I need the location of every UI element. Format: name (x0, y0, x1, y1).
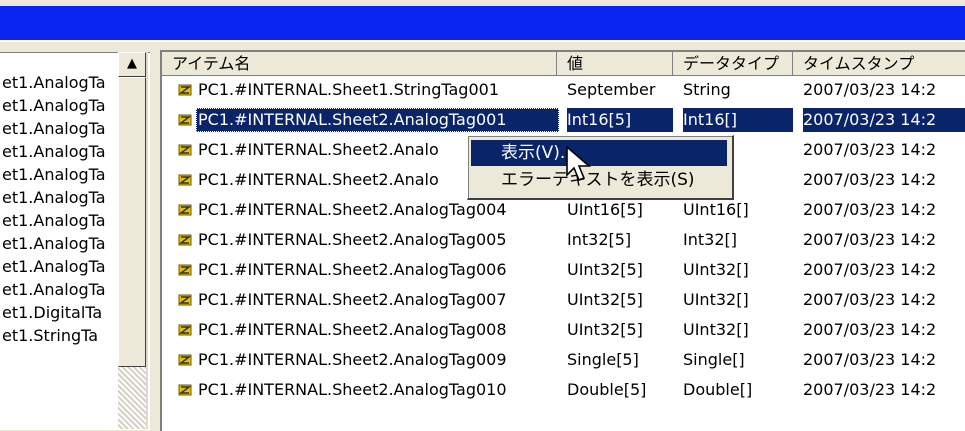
tree-item[interactable]: et1.AnalogTa (2, 280, 106, 300)
tag-icon (178, 174, 192, 186)
list-header: アイテム名 値 データタイプ タイムスタンプ (162, 52, 965, 76)
table-row[interactable]: PC1.#INTERNAL.Sheet2.AnalogTag004 UInt16[… (162, 198, 965, 222)
item-name-cell: PC1.#INTERNAL.Sheet2.AnalogTag009 (198, 350, 507, 369)
tree-item[interactable]: et1.AnalogTa (2, 73, 106, 93)
data-type-cell: UInt32[] (683, 320, 749, 339)
tag-icon (178, 144, 192, 156)
timestamp-cell: 2007/03/23 14:2 (803, 260, 937, 279)
item-name-cell: PC1.#INTERNAL.Sheet2.AnalogTag001 (196, 108, 559, 132)
tag-icon (178, 114, 192, 126)
item-name-cell: PC1.#INTERNAL.Sheet2.AnalogTag007 (198, 290, 507, 309)
table-row[interactable]: PC1.#INTERNAL.Sheet2.AnalogTag001 Int16[5… (162, 108, 965, 132)
tag-icon (178, 384, 192, 396)
item-name-cell: PC1.#INTERNAL.Sheet2.AnalogTag010 (198, 380, 507, 399)
tag-icon (178, 324, 192, 336)
column-header-value[interactable]: 値 (557, 52, 673, 76)
tag-icon (178, 84, 192, 96)
table-row[interactable]: PC1.#INTERNAL.Sheet2.AnalogTag008 UInt32[… (162, 318, 965, 342)
tag-icon (178, 204, 192, 216)
data-type-cell: Single[] (683, 350, 745, 369)
table-row[interactable]: PC1.#INTERNAL.Sheet1.StringTag001 Septemb… (162, 78, 965, 102)
tree-item[interactable]: et1.AnalogTa (2, 188, 106, 208)
scroll-thumb[interactable] (118, 77, 146, 367)
value-cell: UInt32[5] (567, 290, 643, 309)
table-row[interactable]: PC1.#INTERNAL.Sheet2.AnalogTag007 UInt32[… (162, 288, 965, 312)
value-cell: September (567, 80, 656, 99)
divider (0, 40, 965, 42)
timestamp-cell: 2007/03/23 14:2 (803, 380, 937, 399)
data-type-cell: String (683, 80, 731, 99)
data-type-cell: UInt16[] (683, 200, 749, 219)
tag-icon (178, 294, 192, 306)
data-type-cell: Int16[] (683, 108, 793, 132)
column-header-data-type[interactable]: データタイプ (673, 52, 793, 76)
mouse-cursor-icon (566, 145, 592, 182)
tag-icon (178, 354, 192, 366)
tree-item[interactable]: et1.DigitalTa (2, 303, 102, 323)
tree-item[interactable]: et1.AnalogTa (2, 119, 106, 139)
title-bar-fill (0, 6, 965, 40)
menu-item-show-error-text[interactable]: エラーテキストを表示(S) (471, 167, 727, 193)
table-row[interactable]: PC1.#INTERNAL.Sheet2.AnalogTag005 Int32[5… (162, 228, 965, 252)
item-name-cell: PC1.#INTERNAL.Sheet2.AnalogTag008 (198, 320, 507, 339)
value-cell: UInt16[5] (567, 200, 643, 219)
scroll-up-button[interactable]: ▲ (118, 52, 146, 77)
tree-item[interactable]: et1.AnalogTa (2, 165, 106, 185)
value-cell: UInt32[5] (567, 320, 643, 339)
tag-icon (178, 264, 192, 276)
column-header-timestamp[interactable]: タイムスタンプ (793, 52, 965, 76)
value-cell: Int16[5] (567, 108, 673, 132)
tag-icon (178, 234, 192, 246)
timestamp-cell: 2007/03/23 14:2 (803, 170, 937, 189)
timestamp-cell: 2007/03/23 14:2 (803, 320, 937, 339)
data-type-cell: UInt32[] (683, 260, 749, 279)
menu-item-view[interactable]: 表示(V)... (471, 140, 727, 166)
table-row[interactable]: PC1.#INTERNAL.Sheet2.AnalogTag009 Single[… (162, 348, 965, 372)
column-header-item-name[interactable]: アイテム名 (162, 52, 557, 76)
table-row[interactable]: PC1.#INTERNAL.Sheet2.AnalogTag010 Double[… (162, 378, 965, 402)
timestamp-cell: 2007/03/23 14:2 (803, 108, 965, 132)
tree-item[interactable]: et1.AnalogTa (2, 211, 106, 231)
scroll-up-icon: ▲ (127, 56, 137, 71)
data-type-cell: UInt32[] (683, 290, 749, 309)
context-menu: 表示(V)... エラーテキストを表示(S) (467, 135, 734, 200)
item-list[interactable]: アイテム名 値 データタイプ タイムスタンプ PC1.#INTERNAL.She… (160, 50, 965, 431)
pane-splitter[interactable] (150, 42, 160, 429)
tree-item[interactable]: et1.AnalogTa (2, 234, 106, 254)
timestamp-cell: 2007/03/23 14:2 (803, 80, 937, 99)
value-cell: Int32[5] (567, 230, 632, 249)
item-name-cell: PC1.#INTERNAL.Sheet1.StringTag001 (198, 80, 499, 99)
item-name-cell: PC1.#INTERNAL.Sheet2.AnalogTag006 (198, 260, 507, 279)
timestamp-cell: 2007/03/23 14:2 (803, 200, 937, 219)
title-bar (0, 0, 965, 40)
tree-item[interactable]: et1.AnalogTa (2, 142, 106, 162)
scroll-track[interactable] (118, 367, 146, 429)
item-name-cell: PC1.#INTERNAL.Sheet2.AnalogTag004 (198, 200, 507, 219)
tree-item[interactable]: et1.AnalogTa (2, 257, 106, 277)
tree-item[interactable]: et1.AnalogTa (2, 96, 106, 116)
value-cell: Double[5] (567, 380, 647, 399)
item-name-cell: PC1.#INTERNAL.Sheet2.AnalogTag005 (198, 230, 507, 249)
tree-item[interactable]: et1.StringTa (2, 326, 98, 346)
data-type-cell: Double[] (683, 380, 753, 399)
timestamp-cell: 2007/03/23 14:2 (803, 140, 937, 159)
tree-scrollbar[interactable]: ▲ (118, 52, 148, 429)
value-cell: Single[5] (567, 350, 639, 369)
data-type-cell: Int32[] (683, 230, 737, 249)
timestamp-cell: 2007/03/23 14:2 (803, 350, 937, 369)
value-cell: UInt32[5] (567, 260, 643, 279)
timestamp-cell: 2007/03/23 14:2 (803, 290, 937, 309)
table-row[interactable]: PC1.#INTERNAL.Sheet2.AnalogTag006 UInt32[… (162, 258, 965, 282)
timestamp-cell: 2007/03/23 14:2 (803, 230, 937, 249)
